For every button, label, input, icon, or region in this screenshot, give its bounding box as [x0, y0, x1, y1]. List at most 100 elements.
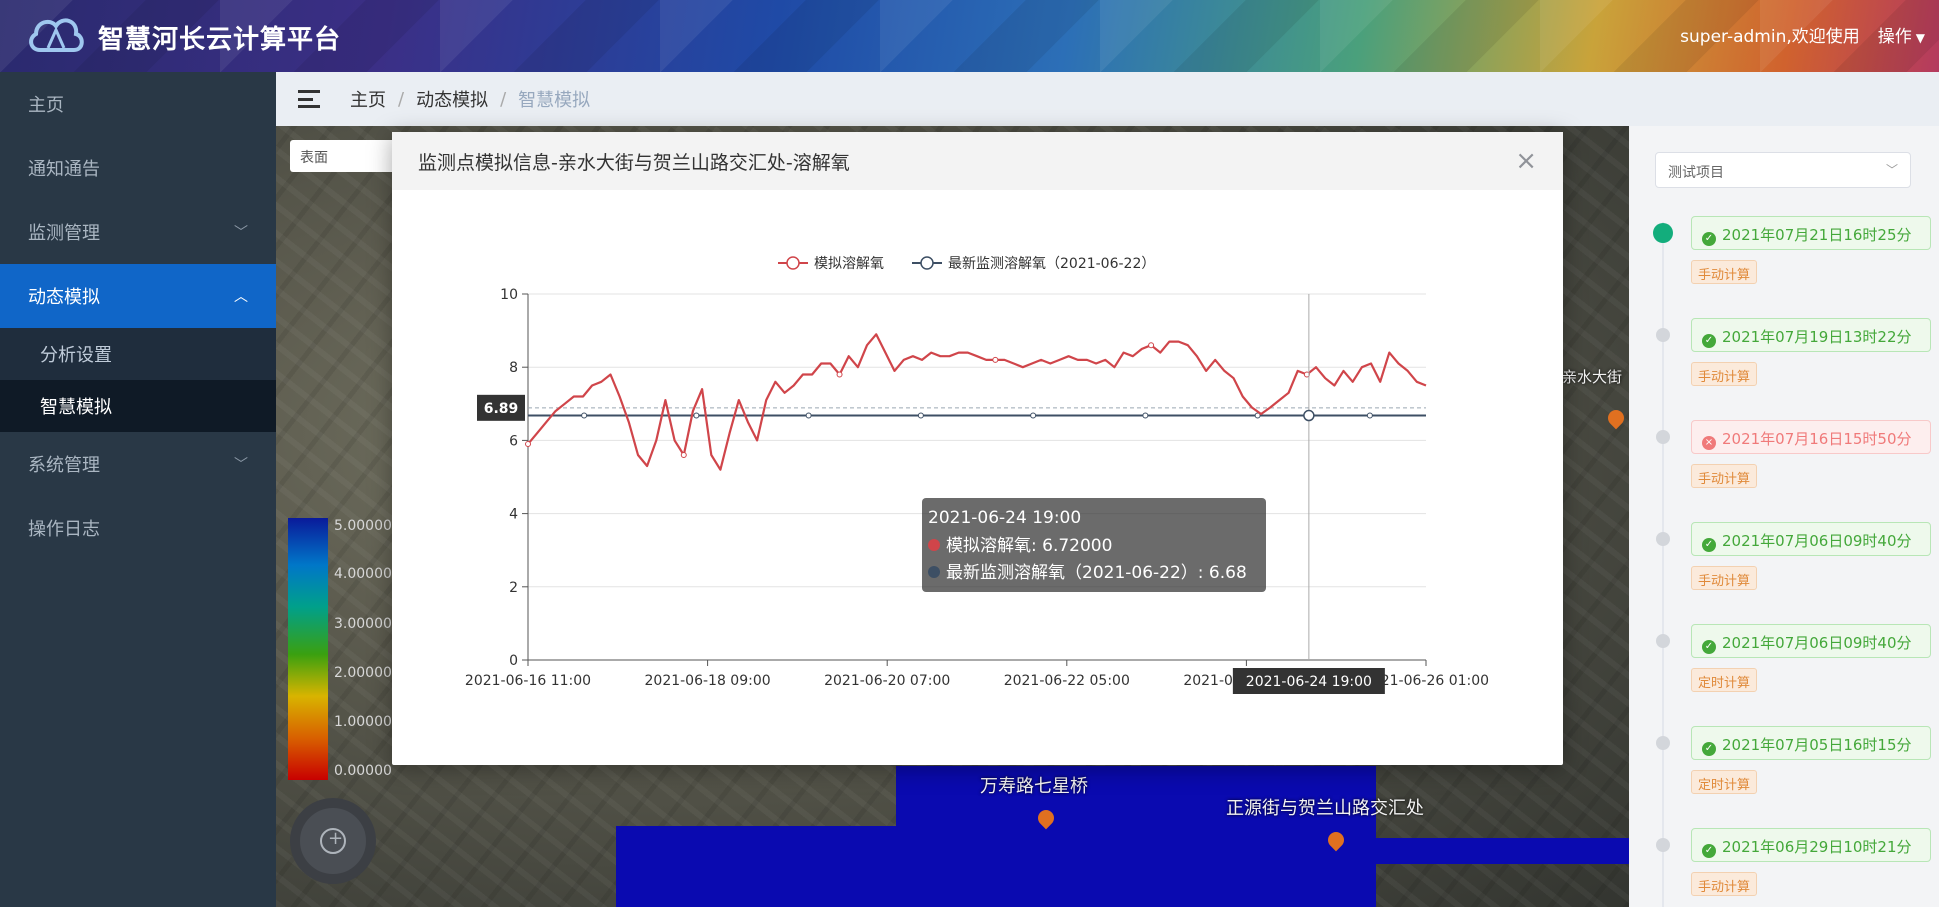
timeline-item[interactable]: ✓ 2021年07月06日09时40分 手动计算 [1629, 522, 1939, 602]
color-legend: 5.00000 4.00000 3.00000 2.00000 1.00000 … [288, 518, 408, 780]
timeline-type-badge: 手动计算 [1691, 464, 1758, 488]
series-point-simulated [836, 371, 843, 378]
check-circle-icon: ✓ [1702, 334, 1716, 348]
timeline-time-tag[interactable]: × 2021年07月16日15时50分 [1691, 420, 1931, 454]
sidebar-item-label: 系统管理 [28, 455, 100, 476]
sidebar-subitem-analysis-settings[interactable]: 分析设置 [0, 328, 276, 380]
series-point-observed [1030, 412, 1037, 419]
sidebar-item-system[interactable]: 系统管理 ﹀ [0, 432, 276, 496]
project-select[interactable]: 测试项目 ﹀ [1655, 152, 1911, 188]
timeline-time-tag[interactable]: ✓ 2021年07月06日09时40分 [1691, 522, 1931, 556]
check-circle-icon: ✓ [1702, 844, 1716, 858]
layer-select[interactable]: 表面 [290, 140, 400, 172]
y-tick-label: 6 [509, 433, 518, 449]
timeline-item[interactable]: ✓ 2021年07月19日13时22分手动计算 [1629, 318, 1939, 398]
check-circle-icon: ✓ [1702, 640, 1716, 654]
tooltip-obs-text: 最新监测溶解氧（2021-06-22）: 6.68 [946, 563, 1247, 583]
chevron-down-icon: ﹀ [234, 457, 248, 473]
axis-pointer-label: 2021-06-24 19:00 [1246, 674, 1372, 690]
map-label: 万寿路七星桥 [980, 776, 1088, 797]
series-point-observed [693, 412, 700, 419]
close-icon[interactable]: × [1515, 146, 1537, 176]
series-point-observed [1366, 412, 1373, 419]
timeline-dot [1656, 838, 1670, 852]
timeline-time: 2021年07月06日09时40分 [1722, 532, 1912, 550]
chevron-up-icon: ︿ [234, 289, 248, 305]
map-pin-icon[interactable] [1604, 406, 1628, 430]
user-greeting: super-admin,欢迎使用 [1680, 27, 1860, 47]
timeline-time: 2021年07月16日15时50分 [1722, 430, 1912, 448]
cloud-logo-icon [29, 18, 84, 52]
timeline-dot [1656, 430, 1670, 444]
sidebar-subitem-label: 智慧模拟 [40, 397, 112, 418]
timeline-time-tag[interactable]: ✓ 2021年06月29日10时21分 [1691, 828, 1931, 862]
check-circle-icon: ✓ [1702, 232, 1716, 246]
water-channel [1136, 838, 1629, 864]
chevron-down-icon: ﹀ [1885, 163, 1898, 177]
timeline-item[interactable]: ✓ 2021年07月06日09时40分定时计算 [1629, 624, 1939, 704]
series-line-simulated [527, 333, 1427, 471]
timeline-item[interactable]: ✓ 2021年06月29日10时21分手动计算 [1629, 828, 1939, 907]
series-point-simulated [1148, 342, 1155, 349]
sidebar-submenu: 分析设置 智慧模拟 [0, 328, 276, 432]
timeline-time-tag[interactable]: ✓ 2021年07月05日16时15分 [1691, 726, 1931, 760]
sidebar-item-notices[interactable]: 通知通告 [0, 136, 276, 200]
breadcrumb-separator: / [398, 88, 405, 110]
series-point-simulated [525, 441, 531, 448]
tooltip-time: 2021-06-24 19:00 [928, 508, 1081, 528]
timeline-type-badge: 手动计算 [1691, 260, 1758, 284]
y-tick-label: 8 [509, 360, 518, 376]
check-circle-icon: ✓ [1702, 742, 1716, 756]
check-circle-icon: ✓ [1702, 538, 1716, 552]
legend-label: 4.00000 [334, 566, 392, 582]
ops-dropdown[interactable]: 操作 ▼ [1878, 22, 1925, 47]
y-tick-label: 4 [509, 507, 518, 523]
history-panel: 测试项目 ﹀ ✓ 2021年07月21日16时25分 手动计算 ✓ 2021年07月19… [1629, 126, 1939, 907]
legend-label: 0.00000 [334, 763, 392, 779]
series-point-simulated [992, 356, 999, 363]
timeline-time: 2021年07月05日16时15分 [1722, 736, 1912, 754]
legend-marker [786, 256, 800, 270]
water-area [896, 766, 1376, 907]
timeline-time-tag[interactable]: ✓ 2021年07月21日16时25分 [1691, 216, 1931, 250]
timeline-type-badge: 定时计算 [1691, 668, 1758, 692]
series-point-observed [917, 412, 924, 419]
breadcrumb-section[interactable]: 动态模拟 [416, 86, 488, 112]
sidebar-item-monitoring[interactable]: 监测管理 ﹀ [0, 200, 276, 264]
legend-label: 模拟溶解氧 [814, 256, 884, 272]
timeline-type-badge: 手动计算 [1691, 872, 1758, 896]
breadcrumb-home[interactable]: 主页 [350, 86, 386, 112]
map-label: 正源街与贺兰山路交汇处 [1226, 798, 1424, 819]
sidebar-item-home[interactable]: 主页 [0, 72, 276, 136]
timeline-item[interactable]: ✓ 2021年07月05日16时15分 定时计算 [1629, 726, 1939, 806]
timeline-type-badge: 手动计算 [1691, 362, 1758, 386]
legend-label: 最新监测溶解氧（2021-06-22） [948, 256, 1155, 272]
breadcrumb-current: 智慧模拟 [518, 90, 591, 111]
sidebar-item-label: 通知通告 [28, 159, 100, 180]
x-tick-label: 2021-06-16 11:00 [465, 673, 591, 689]
timeline-item[interactable]: ✓ 2021年07月21日16时25分手动计算 [1629, 216, 1939, 296]
timeline-dot [1656, 634, 1670, 648]
dialog-header: 监测点模拟信息-亲水大街与贺兰山路交汇处-溶解氧 × [392, 132, 1563, 190]
sidebar-item-oplog[interactable]: 操作日志 [0, 496, 276, 560]
tooltip-sim-text: 模拟溶解氧: 6.72000 [946, 536, 1112, 556]
legend-label: 2.00000 [334, 665, 392, 681]
sidebar-item-label: 主页 [28, 95, 64, 116]
chart-canvas[interactable]: 0 2 4 6 8 10 2021-06-16 11:00 2021-06-18 09:00 2… [392, 190, 1563, 765]
error-icon: × [1702, 436, 1716, 450]
timeline-time-tag[interactable]: ✓ 2021年07月06日09时40分 [1691, 624, 1931, 658]
timeline-time-tag[interactable]: ✓ 2021年07月19日13时22分 [1691, 318, 1931, 352]
compass-control[interactable] [290, 798, 376, 884]
breadcrumb: 主页 / 动态模拟 / 智慧模拟 [276, 72, 1939, 126]
sidebar-item-dynamic-sim[interactable]: 动态模拟 ︿ [0, 264, 276, 328]
sidebar: 主页 通知通告 监测管理 ﹀ 动态模拟 ︿ 分析设置 智慧模拟 系统管理 ﹀ 操作日志 [0, 72, 276, 907]
ops-label: 操作 [1877, 27, 1912, 47]
menu-toggle-icon[interactable] [298, 90, 320, 108]
app-title: 智慧河长云计算平台 [98, 25, 342, 55]
x-tick-label: 2021-06-20 07:00 [824, 673, 950, 689]
sidebar-item-label: 监测管理 [28, 223, 100, 244]
timeline-time: 2021年07月19日13时22分 [1722, 328, 1912, 346]
sidebar-item-label: 操作日志 [28, 519, 100, 540]
timeline-item[interactable]: × 2021年07月16日15时50分手动计算 [1629, 420, 1939, 500]
sidebar-subitem-smart-sim[interactable]: 智慧模拟 [0, 380, 276, 432]
